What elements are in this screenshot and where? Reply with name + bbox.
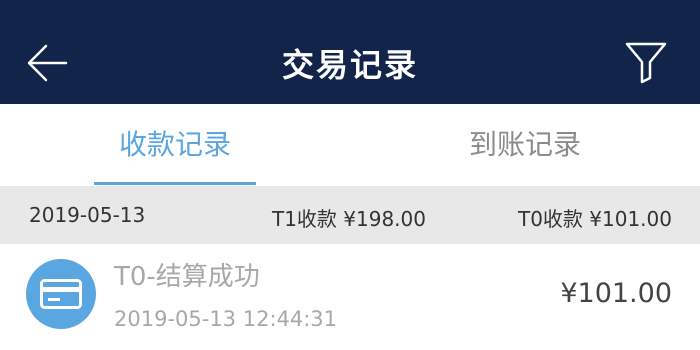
daily-summary-bar: 2019-05-13 T1收款 ¥198.00 T0收款 ¥101.00: [0, 186, 700, 244]
tab-collection-records[interactable]: 收款记录: [0, 104, 350, 186]
record-status-title: T0-结算成功: [114, 262, 260, 292]
summary-t1-total: T1收款 ¥198.00: [271, 207, 426, 231]
filter-funnel-icon[interactable]: [624, 40, 668, 84]
record-timestamp: 2019-05-13 12:44:31: [114, 307, 338, 331]
summary-date: 2019-05-13: [29, 203, 146, 227]
record-amount: ¥101.00: [560, 278, 672, 309]
tab-settlement-records[interactable]: 到账记录: [350, 104, 700, 186]
back-arrow-icon[interactable]: [22, 38, 72, 88]
credit-card-icon: [26, 259, 96, 329]
app-header: 交易记录: [0, 0, 700, 104]
page-title: 交易记录: [281, 46, 418, 84]
active-tab-indicator: [94, 182, 256, 185]
summary-t0-total: T0收款 ¥101.00: [517, 207, 672, 231]
transaction-record[interactable]: T0-结算成功 2019-05-13 12:44:31 ¥101.00: [0, 244, 700, 346]
tab-bar: 收款记录 到账记录: [0, 104, 700, 186]
